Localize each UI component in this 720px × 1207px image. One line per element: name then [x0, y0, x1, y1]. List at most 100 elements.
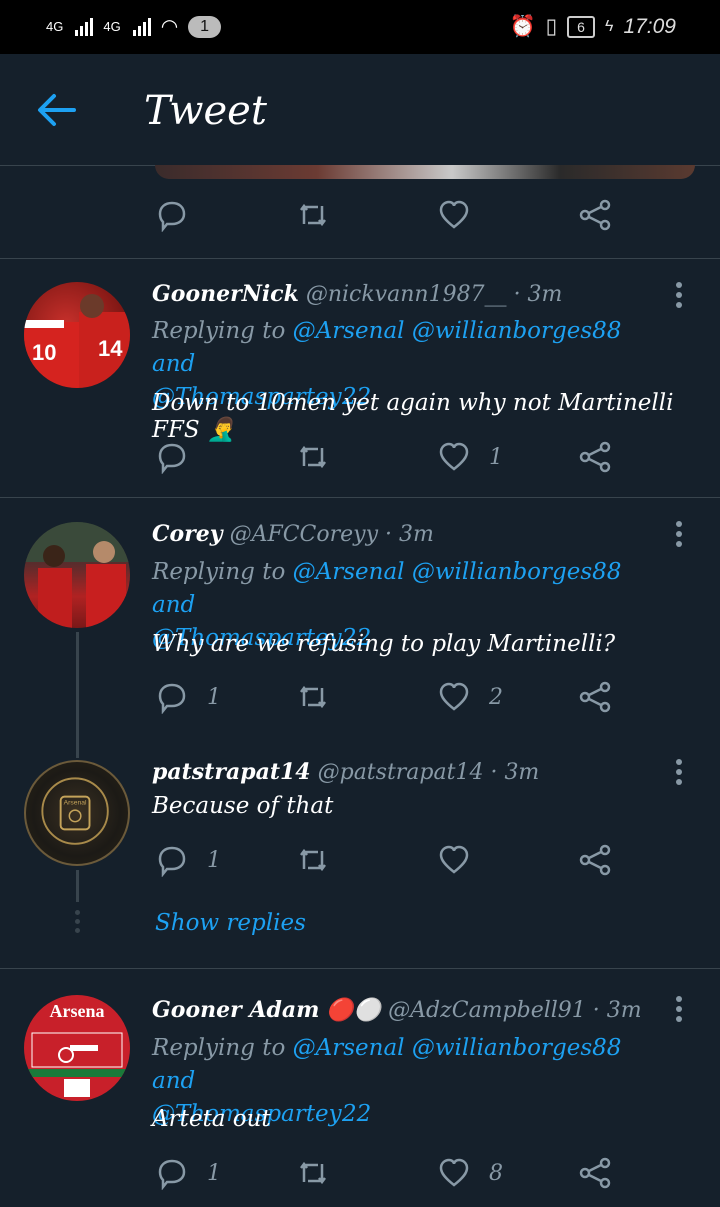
battery-icon: 6: [567, 15, 595, 38]
signal-icon: [75, 17, 94, 36]
like-button[interactable]: [437, 843, 471, 877]
avatar[interactable]: Arsenal: [24, 760, 130, 866]
tweet-time: · 3m: [592, 998, 642, 1023]
retweet-button[interactable]: [296, 440, 330, 474]
user-handle[interactable]: @AdzCampbell91: [388, 998, 586, 1023]
tweet-text: Down to 10men yet again why not Martinel…: [152, 390, 674, 443]
back-arrow-icon[interactable]: [36, 92, 76, 128]
replying-to-label: Replying to: [152, 559, 286, 585]
tweet-header: patstrapat14 @patstrapat14 · 3m: [152, 759, 539, 785]
tweet-header: Corey @AFCCoreyy · 3m: [152, 521, 434, 547]
reply-icon: [158, 1159, 186, 1190]
reply-count: 1: [207, 1160, 221, 1186]
charging-icon: ϟ: [604, 17, 614, 35]
more-options-icon[interactable]: [676, 282, 684, 312]
notification-count-badge: 1: [188, 15, 222, 38]
and-label[interactable]: and: [152, 1068, 195, 1094]
divider: [0, 497, 720, 498]
more-options-icon[interactable]: [676, 996, 684, 1026]
wifi-icon: ◠: [160, 16, 179, 38]
like-count: 8: [489, 1160, 503, 1186]
reply-button[interactable]: 1: [155, 680, 221, 714]
heart-icon: [439, 442, 469, 471]
tweet-text: Because of that: [152, 793, 334, 819]
share-button[interactable]: [578, 680, 612, 714]
and-label[interactable]: and: [152, 351, 195, 377]
signal-icon-2: [132, 17, 151, 36]
thread-line: [76, 632, 79, 758]
svg-text:Arsena: Arsena: [50, 1001, 105, 1021]
like-button[interactable]: [437, 198, 471, 232]
heart-icon: [439, 682, 469, 711]
reply-button[interactable]: 1: [155, 843, 221, 877]
heart-icon: [439, 1158, 469, 1187]
display-name[interactable]: GoonerNick: [152, 281, 299, 307]
mention-link[interactable]: @Arsenal @willianborges88: [293, 318, 622, 344]
mention-link[interactable]: @Arsenal @willianborges88: [293, 1035, 622, 1061]
retweet-button[interactable]: [296, 198, 330, 232]
share-icon: [579, 681, 611, 713]
replying-to-label: Replying to: [152, 1035, 286, 1061]
reply-count: 1: [207, 684, 221, 710]
reply-icon: [158, 443, 186, 474]
display-name[interactable]: Corey: [152, 521, 223, 547]
replying-to-label: Replying to: [152, 318, 286, 344]
user-handle[interactable]: @patstrapat14: [318, 760, 484, 785]
avatar[interactable]: 10 14: [24, 282, 130, 388]
heart-icon: [439, 200, 469, 229]
svg-text:10: 10: [32, 340, 56, 365]
tweet-text: Why are we refusing to play Martinelli?: [152, 631, 616, 657]
user-handle[interactable]: @AFCCoreyy: [230, 522, 378, 547]
display-name[interactable]: patstrapat14: [152, 759, 311, 785]
tweet-header: GoonerNick @nickvann1987__ · 3m: [152, 281, 562, 307]
network-type-1: 4G: [46, 19, 64, 34]
retweet-button[interactable]: [296, 1156, 330, 1190]
tweet-time: · 3m: [385, 522, 434, 547]
share-button[interactable]: [578, 1156, 612, 1190]
page-title: Tweet: [144, 88, 267, 134]
and-label[interactable]: and: [152, 592, 195, 618]
like-count: 2: [489, 684, 503, 710]
tweet-time: · 3m: [490, 760, 540, 785]
avatar[interactable]: Arsena: [24, 995, 130, 1101]
display-name[interactable]: Gooner Adam: [152, 997, 319, 1023]
heart-icon: [439, 845, 469, 874]
share-icon: [579, 844, 611, 876]
like-button[interactable]: 1: [437, 440, 503, 474]
avatar[interactable]: [24, 522, 130, 628]
share-button[interactable]: [578, 440, 612, 474]
retweet-icon: [300, 445, 326, 469]
more-options-icon[interactable]: [676, 521, 684, 551]
share-button[interactable]: [578, 198, 612, 232]
more-options-icon[interactable]: [676, 759, 684, 789]
emoji-badge: 🔴⚪: [326, 998, 382, 1023]
reply-button[interactable]: 1: [155, 1156, 221, 1190]
reply-button[interactable]: [155, 198, 189, 232]
thread-line: [76, 870, 79, 902]
divider: [0, 258, 720, 259]
network-type-2: 4G: [103, 19, 121, 34]
mention-link[interactable]: @Arsenal @willianborges88: [293, 559, 622, 585]
retweet-button[interactable]: [296, 843, 330, 877]
status-right: ⏰ ▯ 6 ϟ 17:09: [509, 14, 676, 39]
tweet-media-image[interactable]: [155, 165, 695, 179]
share-button[interactable]: [578, 843, 612, 877]
share-icon: [579, 199, 611, 231]
show-replies-link[interactable]: Show replies: [155, 910, 306, 936]
tweet-time: · 3m: [513, 282, 563, 307]
tweet-text: Arteta out: [152, 1106, 271, 1132]
user-handle[interactable]: @nickvann1987__: [306, 282, 507, 307]
divider: [0, 968, 720, 969]
reply-icon: [158, 683, 186, 714]
tweet-header: Gooner Adam 🔴⚪ @AdzCampbell91 · 3m: [152, 997, 642, 1023]
status-left: 4G 4G ◠ 1: [46, 14, 222, 39]
share-icon: [579, 441, 611, 473]
retweet-button[interactable]: [296, 680, 330, 714]
like-button[interactable]: 2: [437, 680, 503, 714]
like-button[interactable]: 8: [437, 1156, 503, 1190]
reply-button[interactable]: [155, 440, 207, 474]
share-icon: [579, 1157, 611, 1189]
retweet-icon: [300, 1161, 326, 1185]
reply-count: 1: [207, 847, 221, 873]
retweet-icon: [300, 685, 326, 709]
